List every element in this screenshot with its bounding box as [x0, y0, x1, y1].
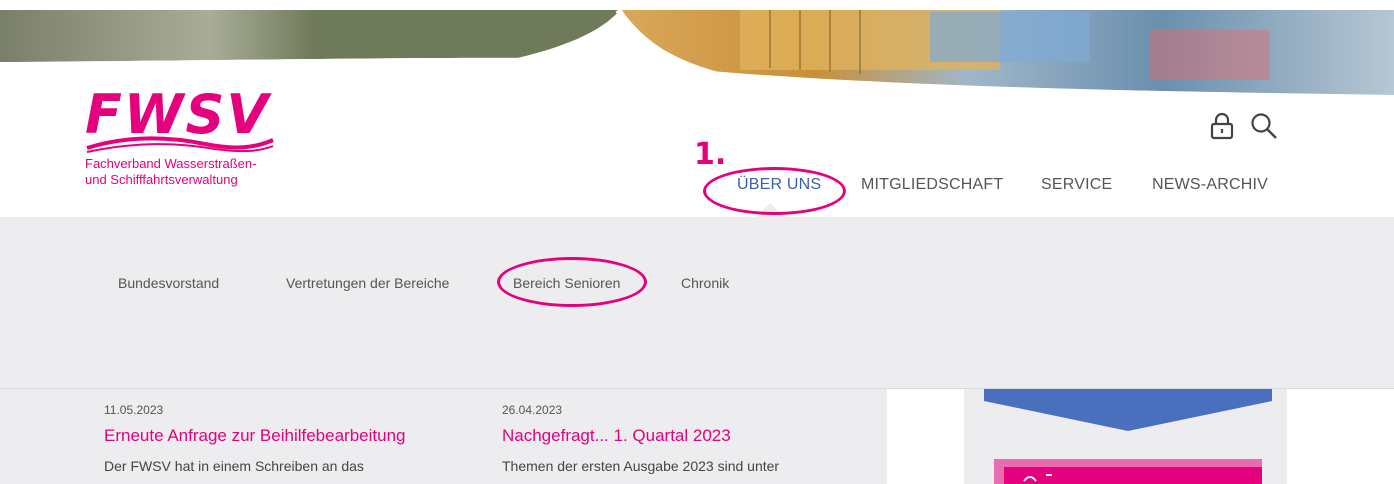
logo-subtitle-line1: Fachverband Wasserstraßen- [85, 156, 257, 171]
logo-wordmark: FWSV [85, 83, 271, 146]
fwsv-logo[interactable]: FWSV Fachverband Wasserstraßen- und Schi… [85, 88, 305, 188]
subnav-item-vertretungen[interactable]: Vertretungen der Bereiche [286, 275, 449, 291]
news-date: 11.05.2023 [104, 403, 164, 417]
news-item: 26.04.2023 Nachgefragt... 1. Quartal 202… [502, 403, 862, 474]
subnav-item-chronik[interactable]: Chronik [681, 275, 729, 291]
news-excerpt: Der FWSV hat in einem Schreiben an das [104, 458, 364, 474]
subnav-item-bundesvorstand[interactable]: Bundesvorstand [118, 275, 219, 291]
highlight-bereich-senioren [497, 257, 647, 307]
lock-icon[interactable] [1210, 112, 1234, 144]
highlight-ueber-uns [703, 167, 846, 215]
nav-item-service[interactable]: SERVICE [1041, 176, 1112, 194]
sub-navigation: Bundesvorstand Vertretungen der Bereiche… [0, 217, 1394, 389]
news-excerpt: Themen der ersten Ausgabe 2023 sind unte… [502, 458, 780, 474]
news-item: 11.05.2023 Erneute Anfrage zur Beihilfeb… [104, 403, 464, 474]
sidebar-teaser[interactable] [964, 389, 1287, 484]
nav-item-mitgliedschaft[interactable]: MITGLIEDSCHAFT [861, 176, 1003, 194]
step-1-annotation: 1. [694, 137, 727, 172]
nav-item-news-archiv[interactable]: NEWS-ARCHIV [1152, 176, 1268, 194]
news-title-link[interactable]: Erneute Anfrage zur Beihilfebearbeitung [104, 426, 464, 446]
search-icon[interactable] [1250, 112, 1278, 144]
header-icons [1210, 112, 1278, 144]
down-arrow-icon [984, 389, 1272, 431]
logo-subtitle-line2: und Schifffahrtsverwaltung [85, 172, 238, 187]
news-date: 26.04.2023 [502, 403, 563, 417]
news-section: 11.05.2023 Erneute Anfrage zur Beihilfeb… [0, 389, 887, 484]
news-title-link[interactable]: Nachgefragt... 1. Quartal 2023 [502, 426, 862, 446]
